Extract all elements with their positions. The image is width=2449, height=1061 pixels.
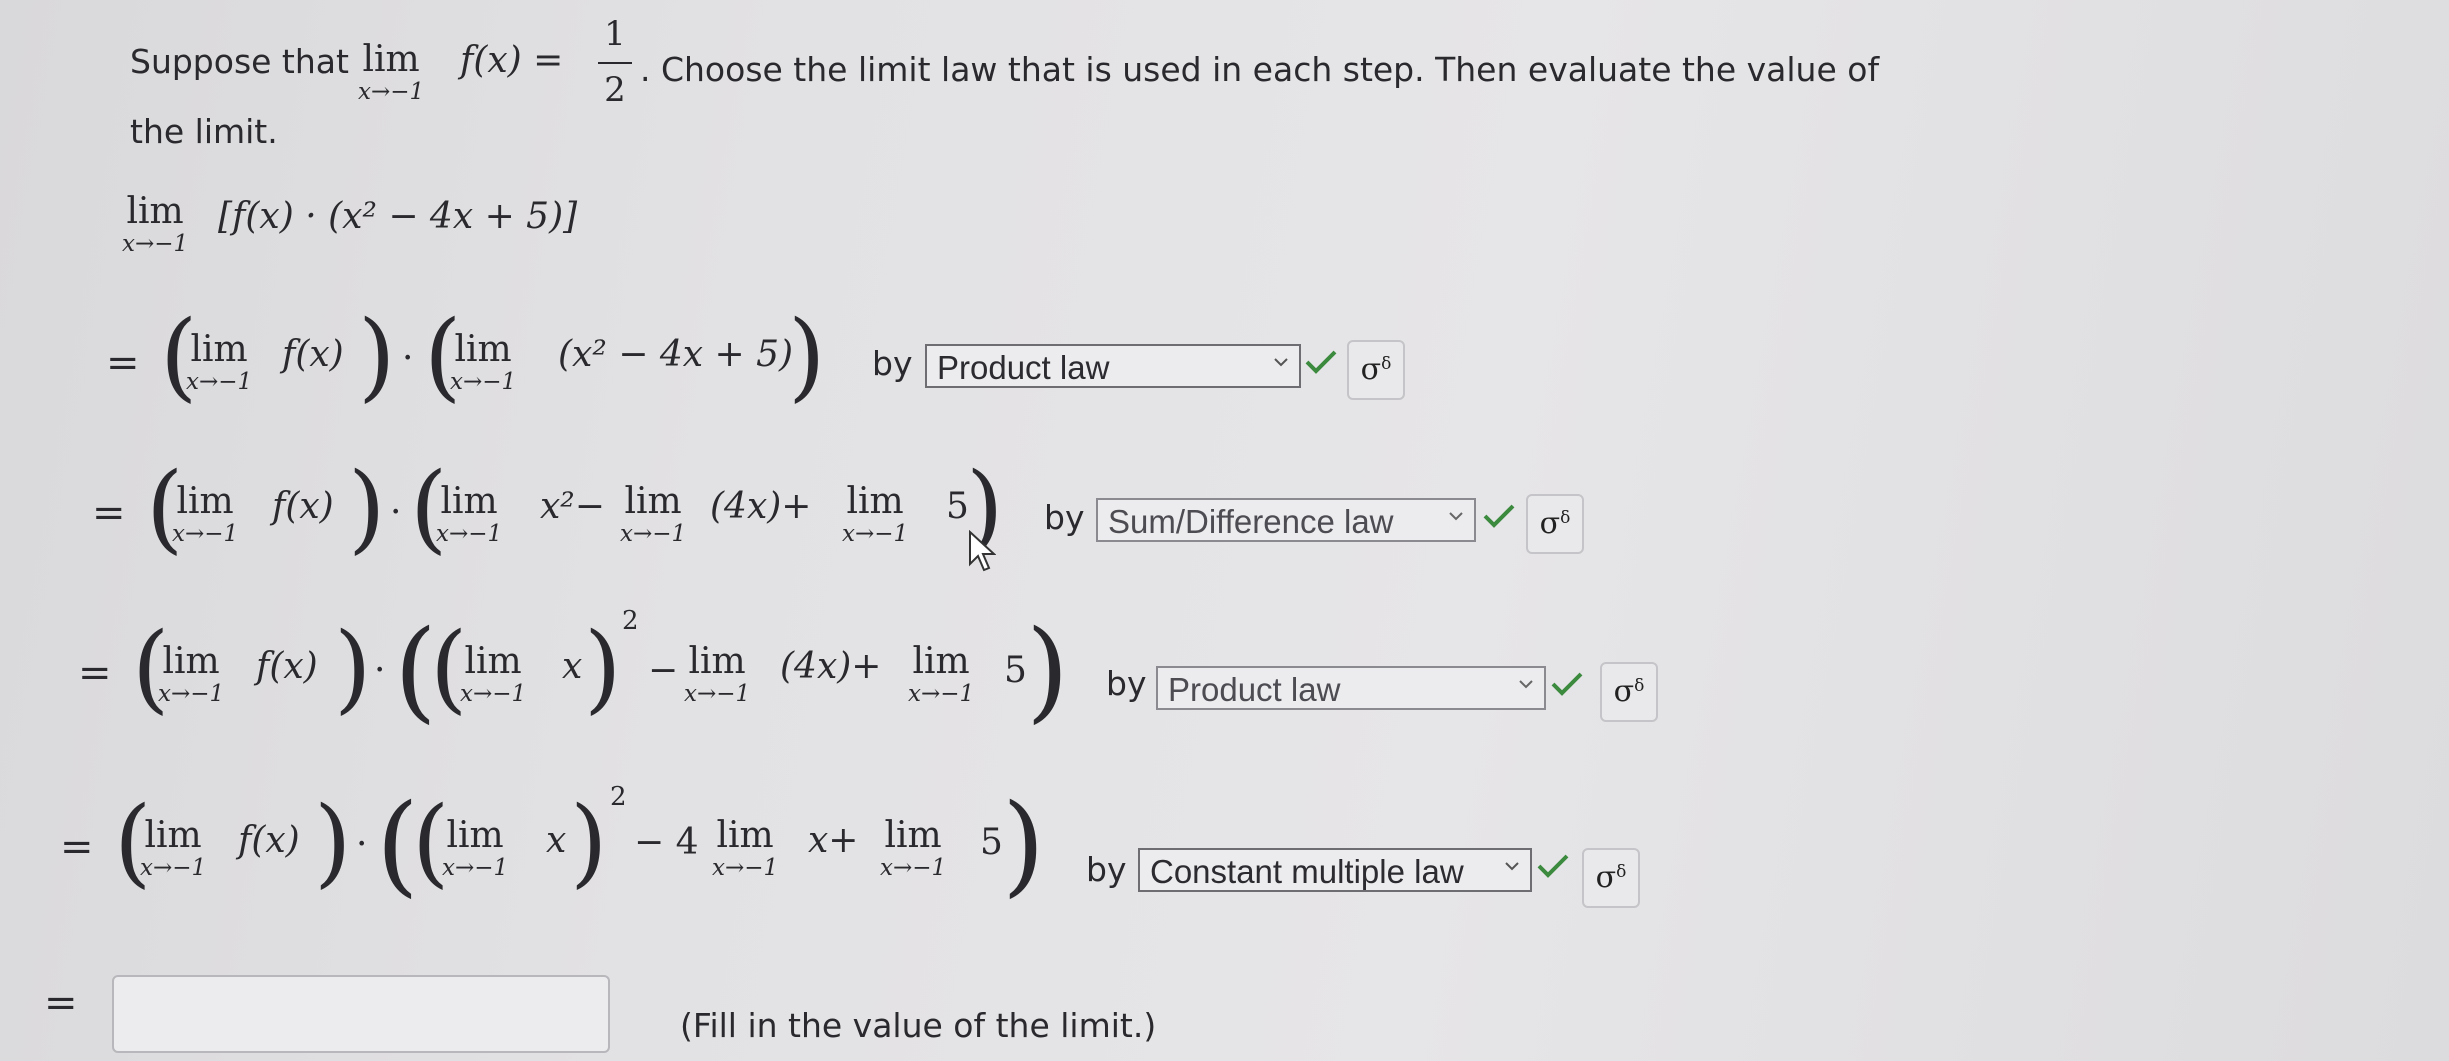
prompt-line-2: the limit. <box>130 112 278 151</box>
step3-equals: = <box>78 650 112 696</box>
chevron-down-icon <box>1519 680 1533 689</box>
key-icon[interactable]: σδ <box>1347 340 1405 400</box>
mouse-cursor-icon <box>969 530 996 572</box>
step2-4x-plus: (4x)+ <box>710 486 812 527</box>
step4-limit-4: lim x→−1 <box>880 815 947 881</box>
step1-quadratic: (x² − 4x + 5) <box>558 334 794 375</box>
prompt-frac-den: 2 <box>604 70 626 110</box>
step3-paren-close-2: ) <box>1026 606 1069 734</box>
chevron-down-icon <box>1449 512 1463 521</box>
step1-limit-1: lim x→−1 <box>186 329 253 395</box>
check-icon <box>1551 672 1583 696</box>
step4-equals: = <box>60 824 94 870</box>
step2-limit-3: lim x→−1 <box>620 481 687 547</box>
step3-by: by <box>1106 664 1147 703</box>
step3-limit-2: lim x→−1 <box>460 641 527 707</box>
step2-law-value: Sum/Difference law <box>1108 503 1394 540</box>
chevron-down-icon <box>1274 358 1288 367</box>
step4-paren-close-2: ) <box>1002 780 1045 908</box>
step1-dot: · <box>402 338 414 379</box>
step2-equals: = <box>92 490 126 536</box>
step3-paren-close-3: ) <box>584 612 622 724</box>
step4-square: 2 <box>610 782 627 812</box>
step4-by: by <box>1086 850 1127 889</box>
answer-hint: (Fill in the value of the limit.) <box>680 1006 1157 1045</box>
step1-paren-close-2: ) <box>788 300 826 412</box>
step3-square: 2 <box>622 606 639 636</box>
header-limit: lim x→−1 <box>122 191 189 257</box>
prompt-frac-num: 1 <box>604 14 626 54</box>
step4-fx: f(x) <box>238 820 300 861</box>
step1-paren-close-1: ) <box>358 300 396 412</box>
step4-five: 5 <box>980 822 1003 863</box>
fraction-bar <box>598 62 632 64</box>
prompt-limit: lim x→−1 <box>358 39 425 105</box>
step1-law-value: Product law <box>937 349 1110 386</box>
step3-limit-4: lim x→−1 <box>908 641 975 707</box>
step1-fx: f(x) <box>282 334 344 375</box>
step2-fx: f(x) <box>272 486 334 527</box>
step2-limit-1: lim x→−1 <box>172 481 239 547</box>
step4-paren-close-1: ) <box>314 786 352 898</box>
prompt-suppose: Suppose that <box>130 42 349 81</box>
step3-4x-plus: (4x)+ <box>780 646 882 687</box>
step3-fx: f(x) <box>256 646 318 687</box>
step2-limit-4: lim x→−1 <box>842 481 909 547</box>
check-icon <box>1483 504 1515 528</box>
step3-paren-close-1: ) <box>334 612 372 724</box>
step1-equals: = <box>106 340 140 386</box>
answer-equals: = <box>44 980 78 1026</box>
key-icon[interactable]: σδ <box>1600 662 1658 722</box>
header-expression: [f(x) · (x² − 4x + 5)] <box>218 196 578 237</box>
chevron-down-icon <box>1505 862 1519 871</box>
step1-law-select[interactable]: Product law <box>925 344 1301 388</box>
step4-limit-2: lim x→−1 <box>442 815 509 881</box>
step4-x: x <box>546 820 567 861</box>
prompt-fx-eq: f(x) = <box>460 40 564 81</box>
check-icon <box>1537 854 1569 878</box>
step3-minus: − <box>648 650 679 691</box>
step4-law-value: Constant multiple law <box>1150 853 1464 890</box>
step3-limit-1: lim x→−1 <box>158 641 225 707</box>
answer-input[interactable] <box>112 975 610 1053</box>
step2-law-select[interactable]: Sum/Difference law <box>1096 498 1476 542</box>
step2-x2-minus: x²− <box>540 486 605 527</box>
key-icon[interactable]: σδ <box>1582 848 1640 908</box>
prompt-line-1: Suppose that <box>130 42 349 81</box>
step1-by: by <box>872 344 913 383</box>
step3-x: x <box>562 646 583 687</box>
step4-paren-close-3: ) <box>570 786 608 898</box>
step2-limit-2: lim x→−1 <box>436 481 503 547</box>
check-icon <box>1305 350 1337 374</box>
step2-paren-close-1: ) <box>348 452 386 564</box>
step4-x-plus: x+ <box>808 820 859 861</box>
step4-limit-3: lim x→−1 <box>712 815 779 881</box>
prompt-rest: . Choose the limit law that is used in e… <box>640 50 1880 89</box>
step4-limit-1: lim x→−1 <box>140 815 207 881</box>
step3-five: 5 <box>1004 650 1027 691</box>
step4-minus-4: − 4 <box>634 822 699 863</box>
step3-dot: · <box>374 650 386 691</box>
step1-limit-2: lim x→−1 <box>450 329 517 395</box>
key-icon[interactable]: σδ <box>1526 494 1584 554</box>
step2-dot: · <box>390 492 402 533</box>
step3-limit-3: lim x→−1 <box>684 641 751 707</box>
step4-law-select[interactable]: Constant multiple law <box>1138 848 1532 892</box>
step3-law-value: Product law <box>1168 671 1341 708</box>
step3-law-select[interactable]: Product law <box>1156 666 1546 710</box>
step2-by: by <box>1044 498 1085 537</box>
step4-dot: · <box>356 824 368 865</box>
